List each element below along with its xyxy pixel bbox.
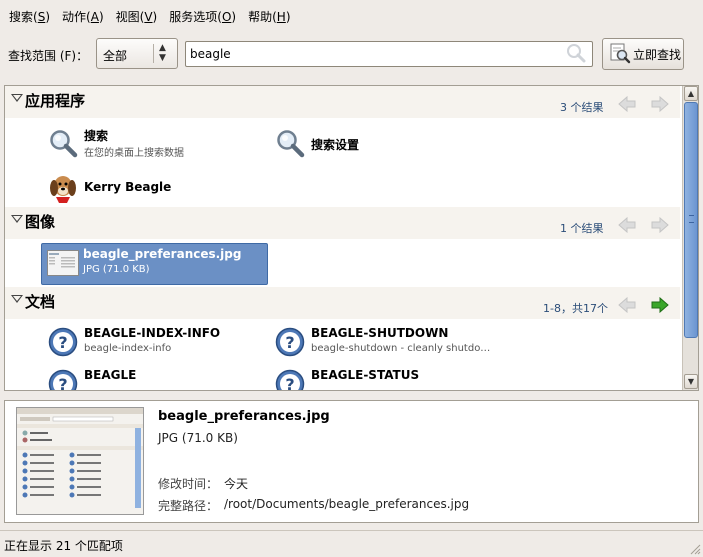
category-header-documents[interactable]: 文档 1-8，共17个	[5, 287, 680, 319]
find-icon	[609, 42, 631, 67]
next-page-arrow-icon[interactable]	[650, 95, 670, 115]
hit-kerry-beagle[interactable]: Kerry Beagle	[43, 168, 269, 208]
prev-page-arrow-icon[interactable]	[617, 95, 637, 115]
help-document-icon: ?	[48, 327, 78, 360]
pane-splitter-handle[interactable]	[330, 392, 374, 403]
hit-beagle-status[interactable]: ? BEAGLE-STATUS	[270, 365, 496, 390]
search-input[interactable]	[185, 41, 593, 67]
up-down-arrows-icon: ▲ ▼	[159, 43, 166, 63]
dropdown-separator	[153, 44, 154, 63]
scope-dropdown[interactable]: 全部 ▲ ▼	[96, 38, 178, 69]
hit-subtitle: beagle-shutdown - cleanly shutdo…	[311, 343, 491, 354]
hit-beagle-preferances-jpg[interactable]: beagle_preferances.jpg JPG (71.0 KB)	[41, 243, 268, 285]
search-icon	[565, 43, 587, 66]
grip-icon	[689, 215, 694, 223]
expander-triangle-icon[interactable]	[11, 215, 23, 223]
category-count: 3 个结果	[560, 101, 604, 114]
results-list: 应用程序 3 个结果 搜索 在您的桌面上搜索数据 搜索设置 Kerry Beag…	[5, 86, 680, 390]
scope-value: 全部	[103, 49, 128, 63]
path-label: 完整路径：	[158, 499, 219, 513]
hit-beagle-shutdown[interactable]: ? BEAGLE-SHUTDOWN beagle-shutdown - clea…	[270, 323, 496, 363]
category-header-images[interactable]: 图像 1 个结果	[5, 207, 680, 239]
category-header-applications[interactable]: 应用程序 3 个结果	[5, 86, 680, 118]
hit-title: BEAGLE-SHUTDOWN	[311, 326, 449, 340]
prev-page-arrow-icon[interactable]	[617, 216, 637, 236]
menu-help[interactable]: 帮助(H)	[242, 8, 296, 25]
svg-text:?: ?	[285, 333, 294, 352]
category-count: 1 个结果	[560, 222, 604, 235]
resize-grip-icon[interactable]	[689, 543, 701, 555]
hit-title: BEAGLE	[84, 368, 137, 382]
modified-label: 修改时间：	[158, 477, 219, 491]
magnifier-icon	[275, 128, 305, 161]
scroll-down-button[interactable]: ▼	[684, 374, 698, 389]
prev-page-arrow-icon[interactable]	[617, 296, 637, 316]
hit-subtitle: beagle-index-info	[84, 343, 172, 354]
hit-beagle-index-info[interactable]: ? BEAGLE-INDEX-INFO beagle-index-info	[43, 323, 269, 363]
category-title: 文档	[25, 293, 56, 311]
help-document-icon: ?	[275, 369, 305, 390]
scroll-up-button[interactable]: ▲	[684, 86, 698, 101]
svg-text:?: ?	[285, 375, 294, 390]
help-document-icon: ?	[275, 327, 305, 360]
image-thumbnail-icon	[47, 250, 79, 279]
preview-pane: beagle_preferances.jpg JPG (71.0 KB) 修改时…	[4, 400, 699, 523]
category-title: 图像	[25, 213, 56, 231]
hit-title: BEAGLE-INDEX-INFO	[84, 326, 221, 340]
menu-search[interactable]: 搜索(S)	[3, 8, 56, 25]
preview-title: beagle_preferances.jpg	[158, 409, 330, 424]
find-now-label: 立即查找	[633, 47, 682, 62]
status-text: 正在显示 21 个匹配项	[4, 539, 123, 553]
hit-title: beagle_preferances.jpg	[83, 247, 242, 261]
hit-title: BEAGLE-STATUS	[311, 368, 420, 382]
next-page-arrow-icon[interactable]	[650, 216, 670, 236]
hit-title: 搜索	[84, 129, 109, 143]
menu-actions[interactable]: 动作(A)	[56, 8, 110, 25]
hit-subtitle: JPG (71.0 KB)	[83, 264, 150, 275]
results-scrollbar[interactable]: ▲ ▼	[682, 86, 698, 390]
hit-search-settings[interactable]: 搜索设置	[270, 124, 496, 164]
preview-thumbnail	[16, 407, 144, 515]
svg-text:?: ?	[58, 333, 67, 352]
results-pane: 应用程序 3 个结果 搜索 在您的桌面上搜索数据 搜索设置 Kerry Beag…	[4, 85, 699, 391]
hit-title: 搜索设置	[311, 138, 360, 152]
modified-value: 今天	[224, 477, 249, 491]
path-value: /root/Documents/beagle_preferances.jpg	[224, 497, 470, 511]
magnifier-icon	[48, 128, 78, 161]
status-bar: 正在显示 21 个匹配项	[0, 530, 703, 557]
menu-service-options[interactable]: 服务选项(O)	[163, 8, 242, 25]
preview-subtitle: JPG (71.0 KB)	[158, 431, 238, 445]
scrollbar-thumb[interactable]	[684, 102, 698, 338]
expander-triangle-icon[interactable]	[11, 295, 23, 303]
beagle-dog-icon	[48, 172, 78, 207]
svg-text:?: ?	[58, 375, 67, 390]
hit-beagle[interactable]: ? BEAGLE	[43, 365, 269, 390]
menubar: 搜索(S) 动作(A) 视图(V) 服务选项(O) 帮助(H)	[0, 0, 703, 32]
hit-search-app[interactable]: 搜索 在您的桌面上搜索数据	[43, 124, 269, 164]
expander-triangle-icon[interactable]	[11, 94, 23, 102]
hit-subtitle: 在您的桌面上搜索数据	[84, 148, 184, 159]
menu-view[interactable]: 视图(V)	[110, 8, 164, 25]
next-page-arrow-icon[interactable]	[650, 296, 670, 316]
category-title: 应用程序	[25, 92, 86, 110]
help-document-icon: ?	[48, 369, 78, 390]
category-count: 1-8，共17个	[543, 302, 608, 315]
search-toolbar: 查找范围 (F)： 全部 ▲▼ 立即查找	[0, 34, 703, 74]
find-now-button[interactable]: 立即查找	[602, 38, 684, 70]
hit-title: Kerry Beagle	[84, 180, 172, 194]
scope-label: 查找范围 (F)：	[8, 49, 89, 63]
